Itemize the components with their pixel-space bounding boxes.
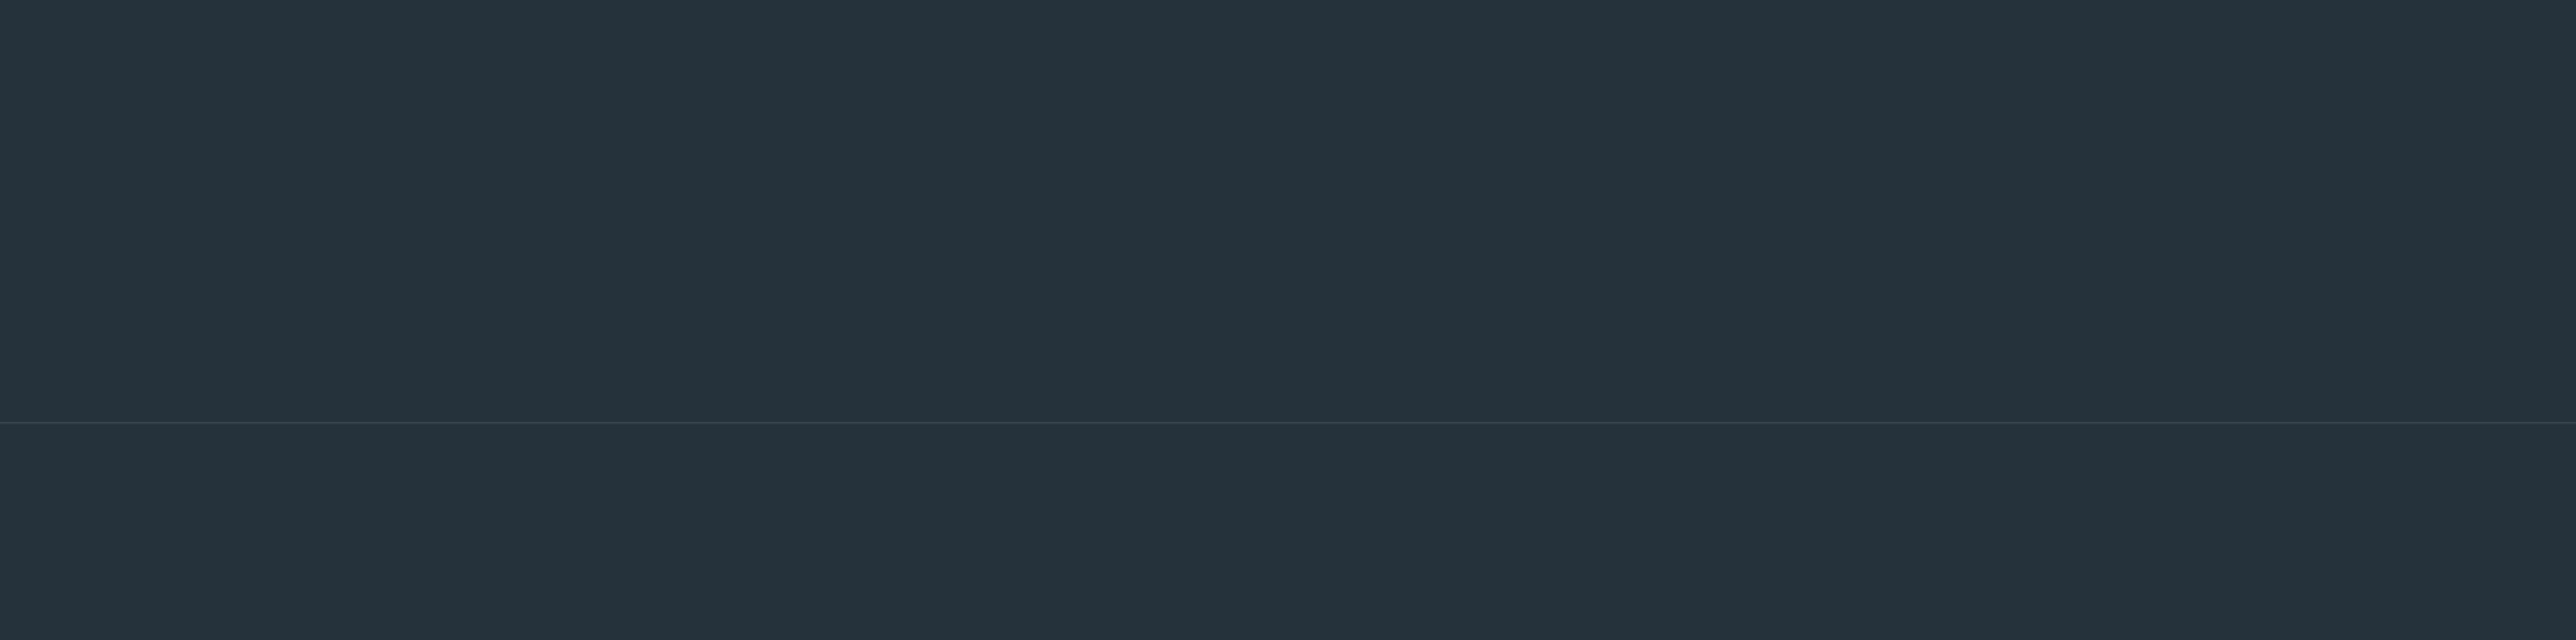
app-window [0,0,2576,640]
upper-panel [0,0,2576,422]
lower-panel [0,424,2576,640]
